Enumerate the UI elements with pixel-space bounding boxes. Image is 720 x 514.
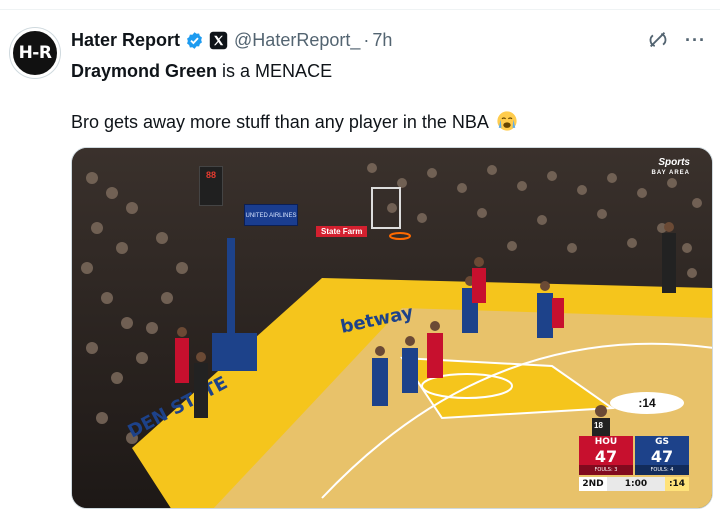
tweet-text-body: Bro gets away more stuff than any player… (71, 112, 488, 132)
tweet-text-rest: is a MENACE (217, 61, 333, 81)
score-bug: HOU 47 FOULS: 3 GS 47 FOULS: 4 2ND 1:00 … (579, 436, 689, 491)
ref-number: 18 (594, 421, 603, 430)
timestamp[interactable]: 7h (372, 30, 392, 51)
away-score: 47 (650, 447, 674, 466)
tweet-text-line-1: Draymond Green is a MENACE (71, 60, 332, 82)
tweet-header: Hater Report @HaterReport_ · 7h (71, 28, 392, 52)
x-logo-icon (209, 31, 228, 49)
court-shot-clock: :14 (610, 392, 684, 414)
more-icon[interactable]: ··· (685, 30, 706, 51)
home-score: 47 (594, 447, 618, 466)
home-fouls: FOULS: 3 (579, 465, 633, 475)
display-name[interactable]: Hater Report (71, 30, 180, 51)
network-logo: Sports BAY AREA (652, 158, 690, 178)
home-abbr: HOU (594, 437, 618, 447)
separator-dot: · (363, 29, 370, 50)
score-bug-footer: 2ND 1:00 :14 (579, 477, 689, 491)
arena-clock-value: 88 (205, 170, 216, 180)
grok-icon[interactable] (647, 29, 669, 51)
shot-clock: :14 (665, 477, 689, 491)
tweet-text-line-2: Bro gets away more stuff than any player… (71, 110, 518, 133)
away-abbr: GS (655, 437, 669, 447)
avatar[interactable]: H-R (10, 28, 60, 78)
header-actions: ··· (647, 28, 706, 52)
user-handle[interactable]: @HaterReport_ (234, 30, 360, 51)
crying-emoji-icon (497, 111, 517, 131)
tweet-text-bold: Draymond Green (71, 61, 218, 81)
away-fouls: FOULS: 4 (635, 465, 689, 475)
game-clock: 1:00 (624, 479, 648, 489)
airline-board: UNITED AIRLINES (244, 204, 298, 226)
away-team-panel: GS 47 FOULS: 4 (635, 436, 689, 475)
network-logo-sub: BAY AREA (651, 170, 690, 176)
home-team-panel: HOU 47 FOULS: 3 (579, 436, 633, 475)
network-logo-text: Sports (658, 157, 690, 168)
verified-badge-icon[interactable] (185, 31, 204, 50)
avatar-initials: H-R (18, 43, 52, 63)
period: 2ND (579, 477, 607, 491)
arena-clock: 88 (199, 166, 223, 206)
top-divider (0, 0, 720, 10)
sponsor-sign: State Farm (316, 226, 368, 237)
tweet-media[interactable]: DEN STATE betway 88 UNITED AIRLINES Stat… (71, 147, 713, 509)
